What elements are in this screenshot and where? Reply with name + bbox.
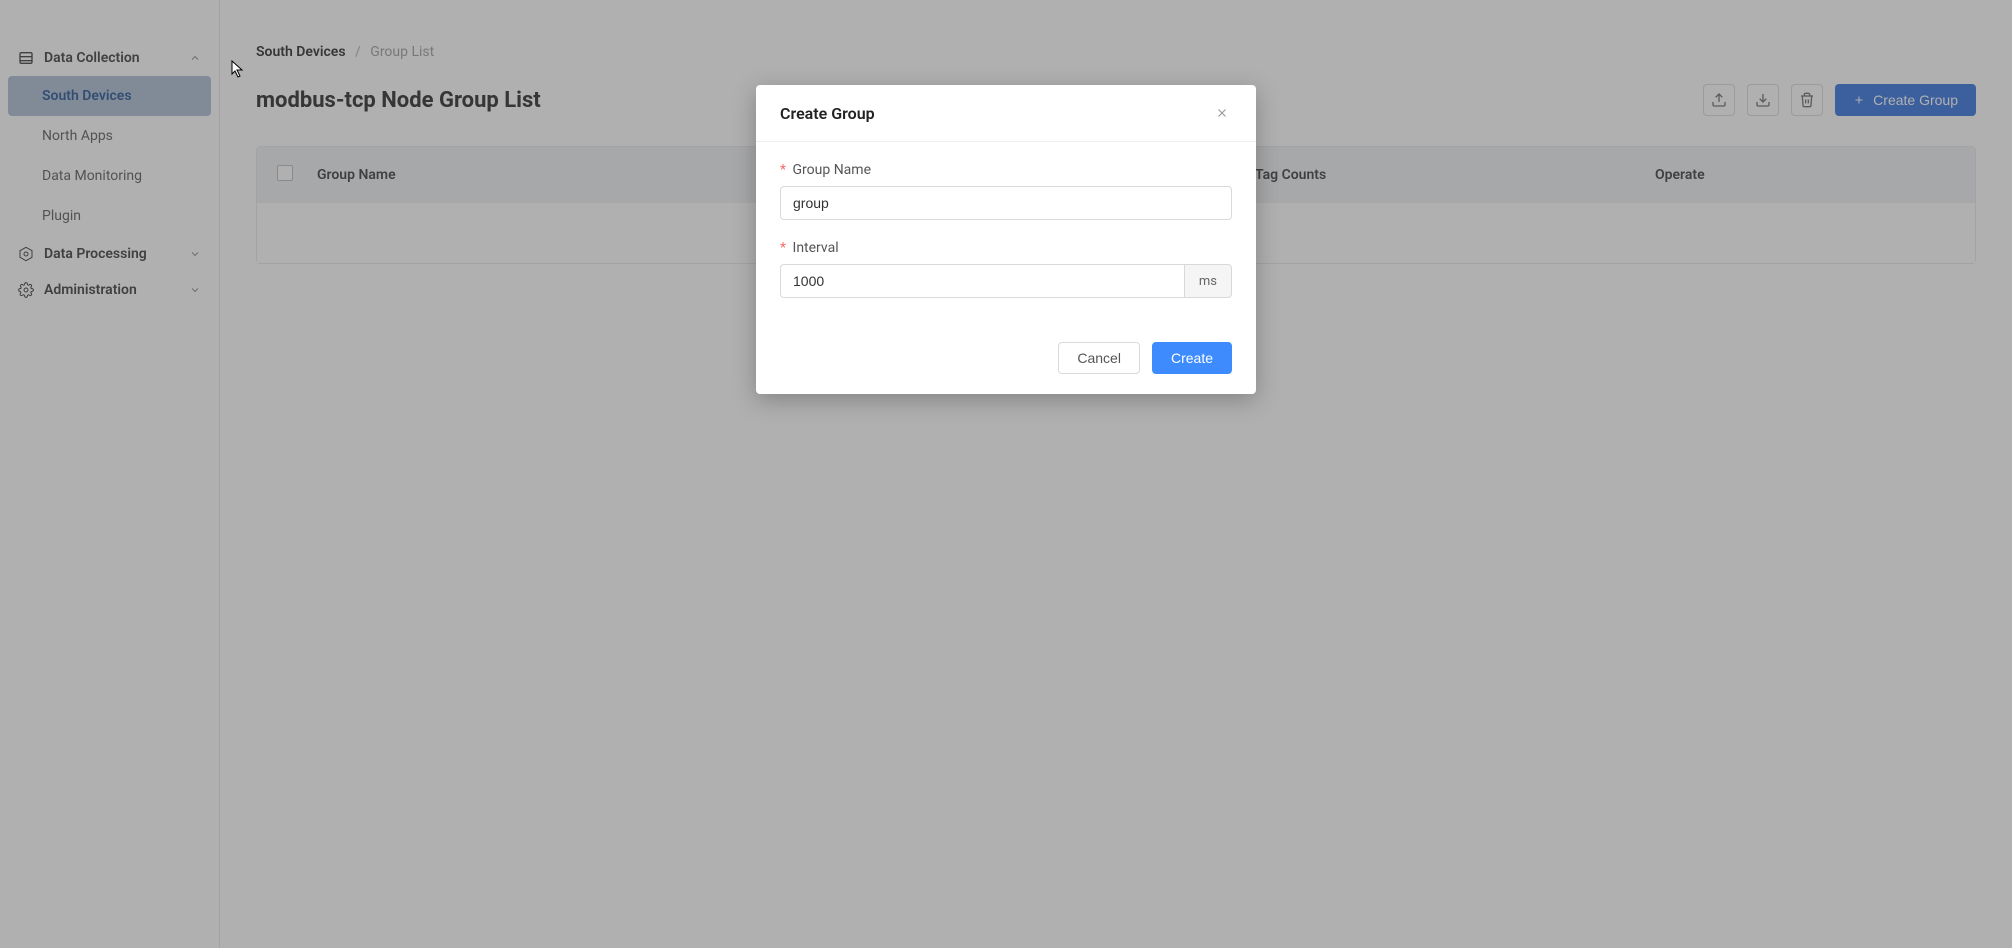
interval-input-wrapper: ms xyxy=(780,264,1232,298)
interval-input[interactable] xyxy=(780,264,1184,298)
modal-close-button[interactable] xyxy=(1212,103,1232,123)
group-name-label-text: Group Name xyxy=(793,162,871,178)
required-star-icon: * xyxy=(780,240,786,256)
create-group-modal: Create Group * Group Name * Interval ms xyxy=(756,85,1256,394)
modal-title: Create Group xyxy=(780,104,875,123)
required-star-icon: * xyxy=(780,162,786,178)
form-group-interval: * Interval ms xyxy=(780,240,1232,298)
form-group-name: * Group Name xyxy=(780,162,1232,220)
interval-unit-suffix: ms xyxy=(1184,264,1232,298)
create-button[interactable]: Create xyxy=(1152,342,1232,374)
cancel-button[interactable]: Cancel xyxy=(1058,342,1140,374)
modal-body: * Group Name * Interval ms xyxy=(756,142,1256,328)
group-name-input[interactable] xyxy=(780,186,1232,220)
interval-label: * Interval xyxy=(780,240,1232,256)
interval-label-text: Interval xyxy=(793,240,839,256)
group-name-label: * Group Name xyxy=(780,162,1232,178)
modal-footer: Cancel Create xyxy=(756,328,1256,394)
close-icon xyxy=(1215,106,1229,120)
modal-header: Create Group xyxy=(756,85,1256,142)
